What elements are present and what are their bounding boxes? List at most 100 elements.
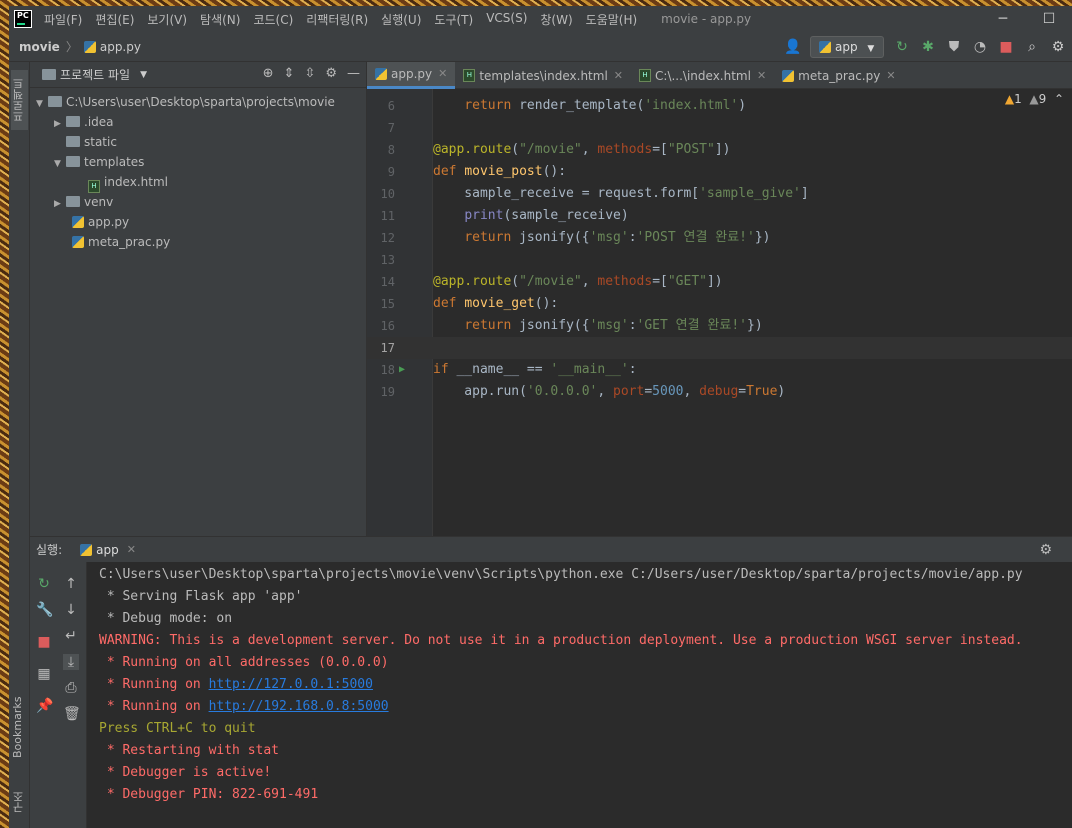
coverage-icon[interactable]: ⛊ xyxy=(946,39,962,55)
menu-help[interactable]: 도움말(H) xyxy=(586,11,638,28)
code-line[interactable]: 6 return render_template('index.html') xyxy=(367,95,1072,117)
code-line[interactable]: 12 return jsonify({'msg':'POST 연결 완료!'}) xyxy=(367,227,1072,249)
tab-templates-index[interactable]: Htemplates\index.html ✕ xyxy=(455,62,631,89)
close-icon[interactable]: ✕ xyxy=(757,63,766,89)
menu-vcs[interactable]: VCS(S) xyxy=(486,11,527,28)
menu-code[interactable]: 코드(C) xyxy=(253,11,293,28)
console-text: * Debugger PIN: 822-691-491 xyxy=(99,787,319,802)
breadcrumb-file[interactable]: app.py xyxy=(100,40,141,54)
user-icon[interactable]: 👤 xyxy=(784,39,801,55)
line-number: 13 xyxy=(380,253,395,267)
line-number: 9 xyxy=(387,165,395,179)
print-icon[interactable]: ⎙ xyxy=(63,680,79,696)
line-number: 7 xyxy=(387,121,395,135)
run-config-select[interactable]: app ▼ xyxy=(810,36,884,58)
rerun-icon[interactable]: ↻ xyxy=(894,39,910,55)
code-editor[interactable]: ▲1 ▲9 ⌃ 6 return render_template('index.… xyxy=(367,89,1072,536)
stop-icon[interactable]: ■ xyxy=(998,39,1014,55)
code-line[interactable]: 17 xyxy=(367,337,1072,359)
menu-view[interactable]: 보기(V) xyxy=(147,11,187,28)
run-config-label: app xyxy=(835,40,858,54)
menu-refactor[interactable]: 리팩터링(R) xyxy=(306,11,368,28)
settings-icon[interactable]: ⚙ xyxy=(1050,39,1066,55)
search-icon[interactable]: ⌕ xyxy=(1024,39,1040,55)
breadcrumb-project[interactable]: movie xyxy=(19,40,60,54)
tab-index-html[interactable]: H C:\...\index.html ✕ xyxy=(631,62,774,89)
python-icon xyxy=(80,543,93,556)
menu-file[interactable]: 파일(F) xyxy=(44,11,82,28)
project-view-select[interactable]: 프로젝트 파일 xyxy=(60,66,130,83)
dropdown-arrow-icon[interactable]: ▼ xyxy=(140,70,147,80)
line-number: 18 xyxy=(380,363,395,377)
console-text: * Serving Flask app 'app' xyxy=(99,589,303,604)
tree-item-meta-prac[interactable]: meta_prac.py xyxy=(30,232,366,252)
collapse-all-icon[interactable]: ⇳ xyxy=(304,66,315,81)
menu-navigate[interactable]: 탐색(N) xyxy=(200,11,240,28)
code-line[interactable]: 8 @app.route("/movie", methods=["POST"]) xyxy=(367,139,1072,161)
locate-icon[interactable]: ⊕ xyxy=(263,66,274,81)
debug-icon[interactable]: ✱ xyxy=(920,39,936,55)
project-panel: 프로젝트 파일 ▼ ⊕ ⇕ ⇳ ⚙ — ▼ C:\Users\user\Deskt… xyxy=(30,62,367,536)
menu-tools[interactable]: 도구(T) xyxy=(434,11,473,28)
html-file-icon: H xyxy=(463,69,476,82)
code-line[interactable]: 19 app.run('0.0.0.0', port=5000, debug=T… xyxy=(367,381,1072,403)
tab-meta-prac[interactable]: meta_prac.py ✕ xyxy=(774,62,903,89)
bookmarks-tool-tab[interactable]: Bookmarks xyxy=(11,682,28,772)
code-line[interactable]: 11 print(sample_receive) xyxy=(367,205,1072,227)
code-line[interactable]: 18 if __name__ == '__main__': ▶ xyxy=(367,359,1072,381)
pin-icon[interactable]: 📌 xyxy=(36,698,53,714)
stop-icon[interactable]: ■ xyxy=(36,634,52,650)
console-text: * Running on xyxy=(99,677,209,692)
tree-item-idea[interactable]: ▶ .idea xyxy=(30,112,366,132)
minimize-icon[interactable]: ─ xyxy=(980,6,1026,32)
tree-item-index-html[interactable]: Hindex.html xyxy=(30,172,366,193)
project-tree: ▼ C:\Users\user\Desktop\sparta\projects\m… xyxy=(30,88,366,252)
console-link[interactable]: http://127.0.0.1:5000 xyxy=(209,677,373,692)
expand-all-icon[interactable]: ⇕ xyxy=(284,66,295,81)
editor-tabs: app.py ✕ Htemplates\index.html ✕ H C:\...\i… xyxy=(367,62,1072,89)
gear-icon[interactable]: ⚙ xyxy=(325,66,337,81)
rerun-icon[interactable]: ↻ xyxy=(36,576,52,592)
code-line[interactable]: 14 @app.route("/movie", methods=["GET"]) xyxy=(367,271,1072,293)
arrow-up-icon[interactable]: ↑ xyxy=(63,576,79,592)
maximize-icon[interactable]: ☐ xyxy=(1026,6,1072,32)
scroll-to-end-icon[interactable]: ⤓ xyxy=(63,654,79,670)
code-line[interactable]: 7 xyxy=(367,117,1072,139)
code-line[interactable]: 15 def movie_get(): xyxy=(367,293,1072,315)
profile-icon[interactable]: ◔ xyxy=(972,39,988,55)
close-icon[interactable]: ✕ xyxy=(886,63,895,89)
console-line: * Debugger is active! xyxy=(87,762,1072,784)
layout-icon[interactable]: ▦ xyxy=(36,666,52,682)
structure-tool-tab[interactable]: 구조 xyxy=(11,782,28,822)
run-tab-app[interactable]: app xyxy=(96,543,119,557)
hide-icon[interactable]: — xyxy=(347,66,360,81)
close-icon[interactable]: ✕ xyxy=(438,61,447,87)
tab-app-py[interactable]: app.py ✕ xyxy=(367,61,456,89)
gear-icon[interactable]: ⚙ xyxy=(1039,542,1052,558)
tree-item-static[interactable]: static xyxy=(30,132,366,152)
code-line[interactable]: 13 xyxy=(367,249,1072,271)
close-icon[interactable]: ✕ xyxy=(614,63,623,89)
tree-item-templates[interactable]: ▼ templates xyxy=(30,152,366,172)
tree-item-venv[interactable]: ▶ venv xyxy=(30,192,366,212)
menu-edit[interactable]: 편집(E) xyxy=(95,11,134,28)
dropdown-arrow-icon: ▼ xyxy=(867,44,875,54)
menu-run[interactable]: 실행(U) xyxy=(381,11,421,28)
run-gutter-icon[interactable]: ▶ xyxy=(399,359,405,381)
arrow-down-icon[interactable]: ↓ xyxy=(63,602,79,618)
console-line: Press CTRL+C to quit xyxy=(87,718,1072,740)
trash-icon[interactable]: 🗑 xyxy=(63,706,81,722)
console-output[interactable]: C:\Users\user\Desktop\sparta\projects\mo… xyxy=(87,562,1072,828)
project-tool-tab[interactable]: 프로젝트 xyxy=(11,70,28,130)
line-number: 10 xyxy=(380,187,395,201)
close-icon[interactable]: ✕ xyxy=(127,543,136,556)
code-line[interactable]: 9 def movie_post(): xyxy=(367,161,1072,183)
console-link[interactable]: http://192.168.0.8:5000 xyxy=(209,699,389,714)
tree-item-app-py[interactable]: app.py xyxy=(30,212,366,232)
menu-window[interactable]: 창(W) xyxy=(540,11,572,28)
tree-root[interactable]: ▼ C:\Users\user\Desktop\sparta\projects\m… xyxy=(30,92,366,112)
code-line[interactable]: 16 return jsonify({'msg':'GET 연결 완료!'}) xyxy=(367,315,1072,337)
soft-wrap-icon[interactable]: ↵ xyxy=(63,628,79,644)
wrench-icon[interactable]: 🔧 xyxy=(36,602,53,618)
code-line[interactable]: 10 sample_receive = request.form['sample… xyxy=(367,183,1072,205)
